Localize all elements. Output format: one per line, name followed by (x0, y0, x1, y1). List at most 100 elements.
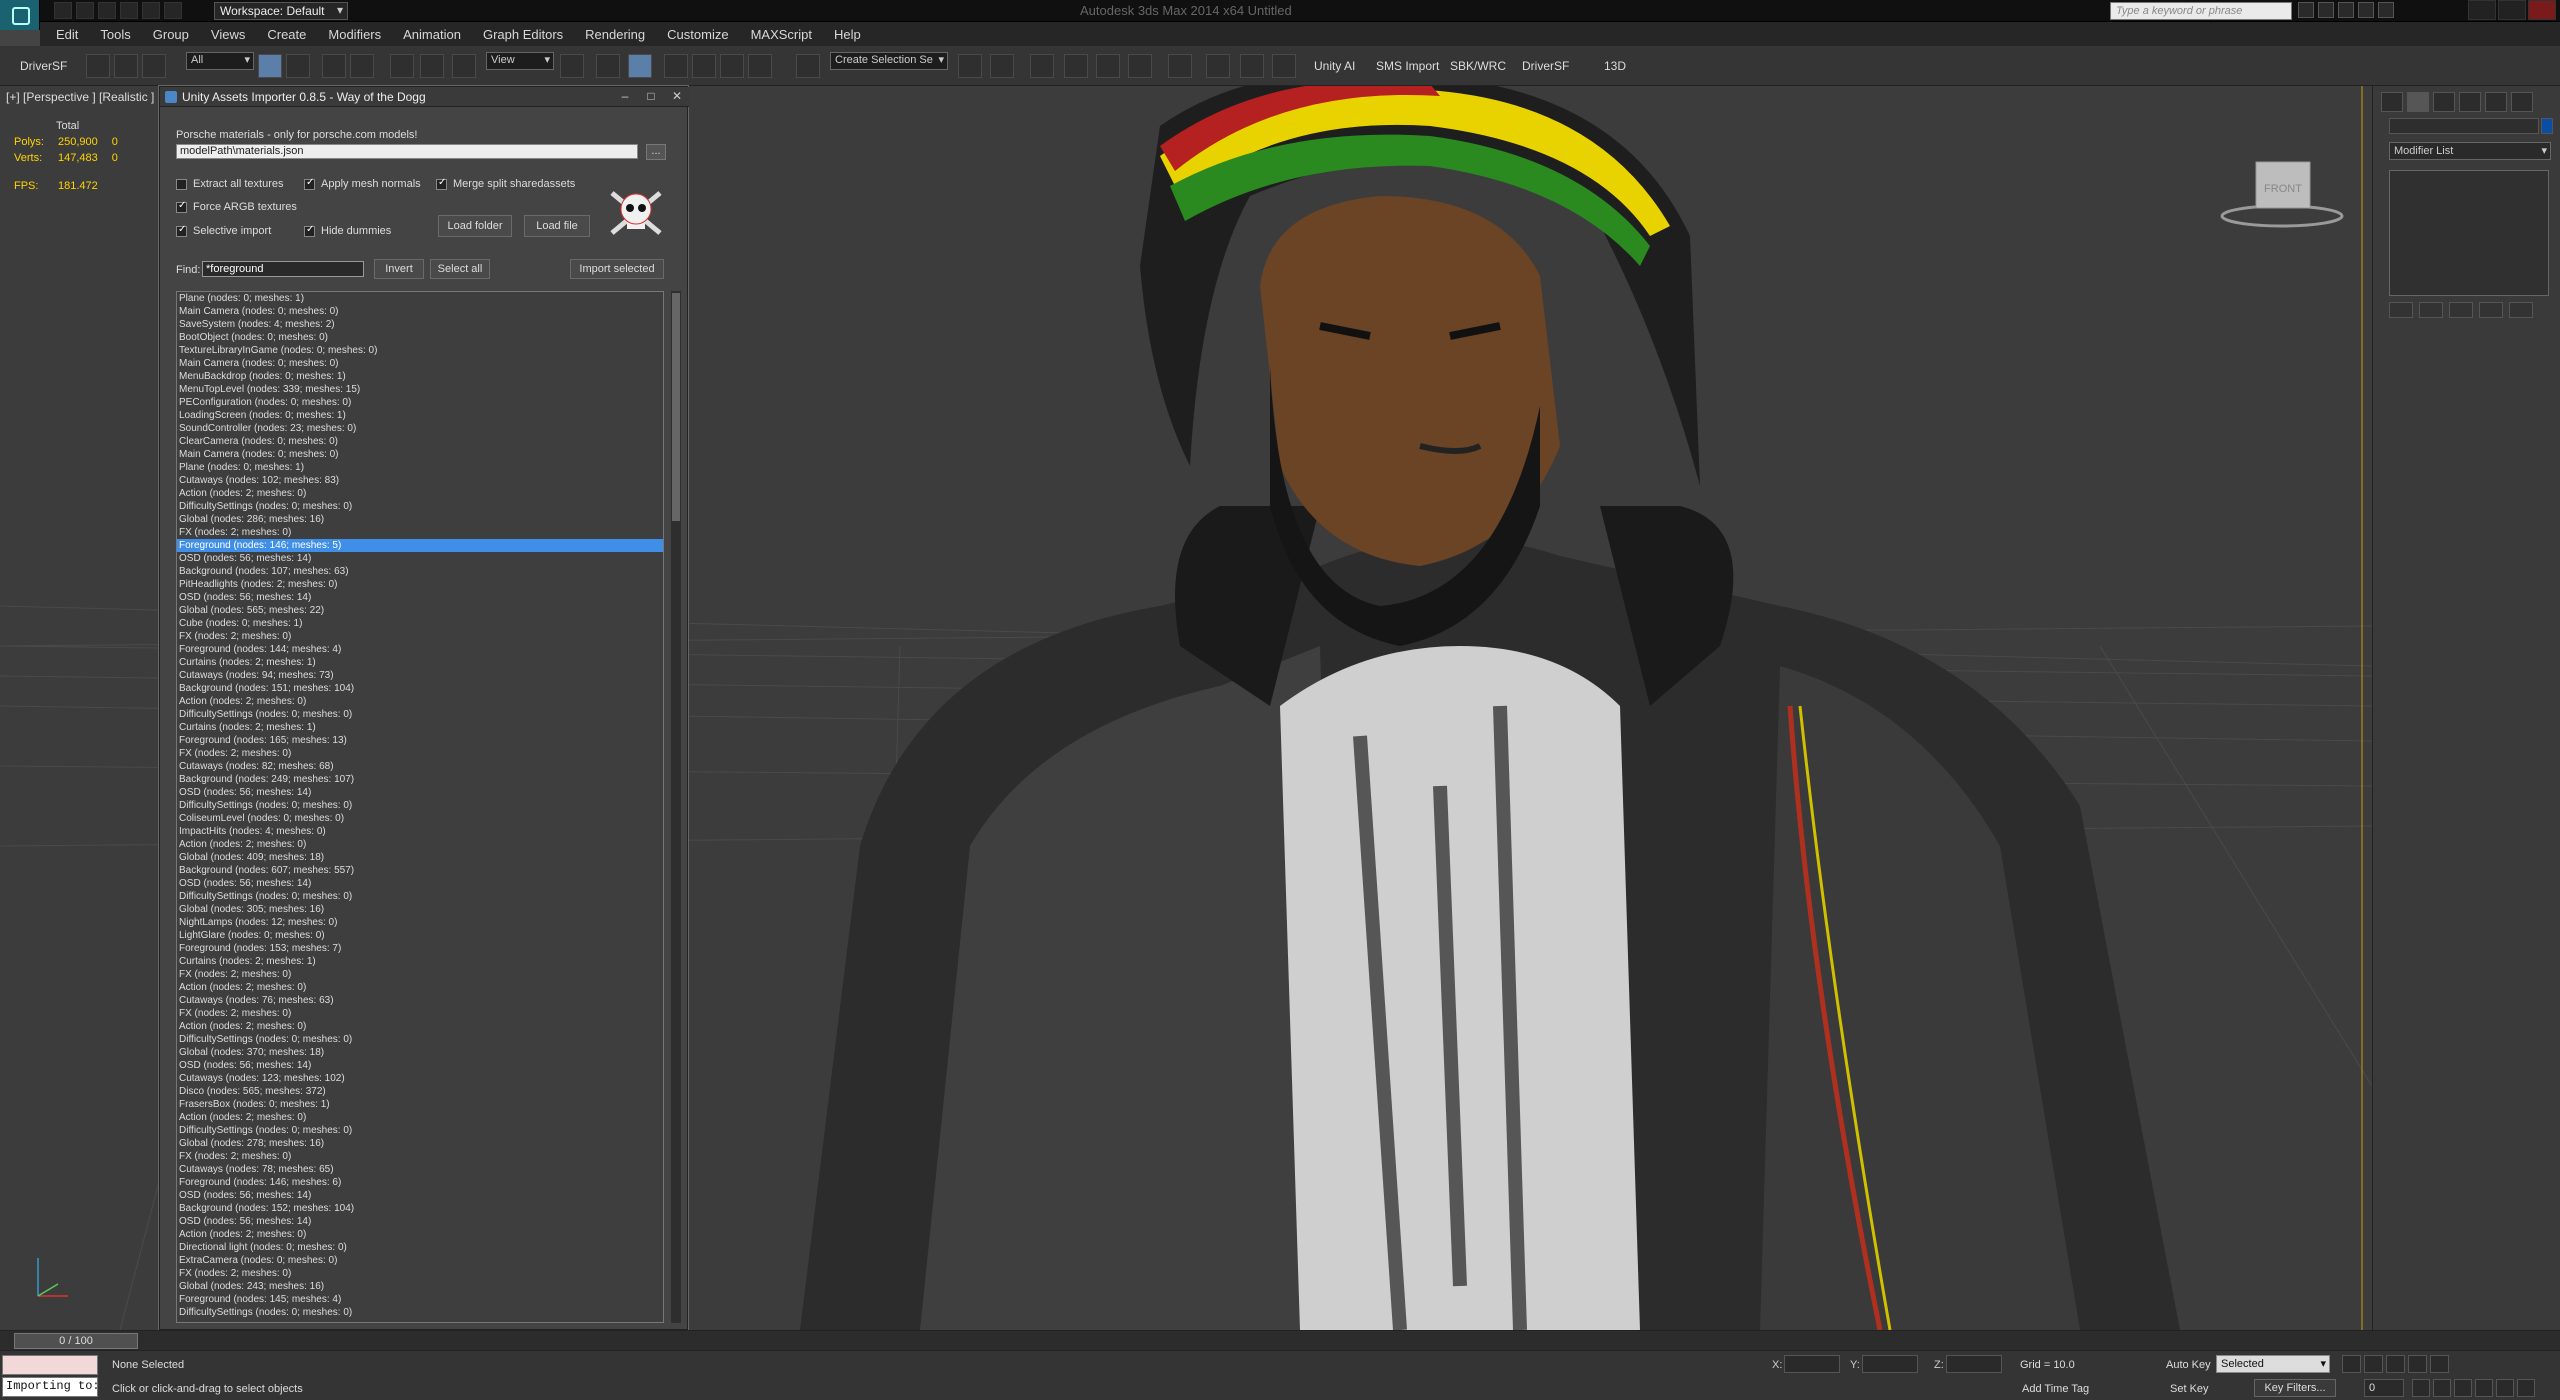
menu-maxscript[interactable]: MAXScript (751, 27, 812, 42)
asset-list-item[interactable]: ClearCamera (nodes: 0; meshes: 0) (177, 435, 663, 448)
menu-tools[interactable]: Tools (100, 27, 130, 42)
asset-list-item[interactable]: Action (nodes: 2; meshes: 0) (177, 1111, 663, 1124)
object-name-field[interactable] (2389, 118, 2539, 134)
asset-list-item[interactable]: ExtraCamera (nodes: 0; meshes: 0) (177, 1254, 663, 1267)
asset-list-item[interactable]: NightLamps (nodes: 12; meshes: 0) (177, 916, 663, 929)
asset-list-item[interactable]: Curtains (nodes: 2; meshes: 1) (177, 656, 663, 669)
asset-list-item[interactable]: Main Camera (nodes: 0; meshes: 0) (177, 305, 663, 318)
key-filters-button[interactable]: Key Filters... (2254, 1379, 2336, 1397)
asset-list-item[interactable]: FX (nodes: 2; meshes: 0) (177, 1007, 663, 1020)
asset-list-item[interactable]: Foreground (nodes: 146; meshes: 6) (177, 1176, 663, 1189)
asset-list-item[interactable]: Global (nodes: 286; meshes: 16) (177, 513, 663, 526)
render-setup-icon[interactable] (1206, 54, 1230, 78)
communication-icon[interactable] (2338, 2, 2354, 18)
workspace-dropdown[interactable]: Workspace: Default (214, 2, 348, 20)
binoculars-icon[interactable] (2298, 2, 2314, 18)
driversf-left-label[interactable]: DriverSF (20, 59, 67, 73)
asset-list-item[interactable]: TextureLibraryInGame (nodes: 0; meshes: … (177, 344, 663, 357)
pin-stack-icon[interactable] (2389, 302, 2413, 318)
load-file-button[interactable]: Load file (524, 215, 590, 237)
mirror-icon[interactable] (958, 54, 982, 78)
asset-list-item[interactable]: Global (nodes: 565; meshes: 22) (177, 604, 663, 617)
asset-list-item[interactable]: DifficultySettings (nodes: 0; meshes: 0) (177, 708, 663, 721)
menu-views[interactable]: Views (211, 27, 245, 42)
rectangular-region-icon[interactable] (322, 54, 346, 78)
asset-list-item[interactable]: OSD (nodes: 56; meshes: 14) (177, 591, 663, 604)
asset-list-item[interactable]: Action (nodes: 2; meshes: 0) (177, 838, 663, 851)
asset-list-item[interactable]: OSD (nodes: 56; meshes: 14) (177, 1215, 663, 1228)
menu-help[interactable]: Help (834, 27, 861, 42)
merge-split-box[interactable] (436, 177, 447, 190)
menu-create[interactable]: Create (267, 27, 306, 42)
favorites-star-icon[interactable] (2358, 2, 2374, 18)
maxscript-listener-mini[interactable] (2, 1355, 98, 1375)
asset-list-item[interactable]: Directional light (nodes: 0; meshes: 0) (177, 1241, 663, 1254)
apply-normals-box[interactable] (304, 177, 315, 190)
menu-edit[interactable]: Edit (56, 27, 78, 42)
asset-list-item[interactable]: Cutaways (nodes: 82; meshes: 68) (177, 760, 663, 773)
time-slider[interactable]: 0 / 100 (0, 1331, 2560, 1351)
asset-list-item[interactable]: FX (nodes: 2; meshes: 0) (177, 630, 663, 643)
redo-icon[interactable] (142, 2, 160, 19)
asset-list-item[interactable]: Global (nodes: 278; meshes: 16) (177, 1137, 663, 1150)
asset-list-item[interactable]: OSD (nodes: 56; meshes: 14) (177, 877, 663, 890)
asset-list-item[interactable]: OSD (nodes: 56; meshes: 14) (177, 552, 663, 565)
menu-rendering[interactable]: Rendering (585, 27, 645, 42)
asset-list-item[interactable]: Cutaways (nodes: 94; meshes: 73) (177, 669, 663, 682)
open-file-icon[interactable] (76, 2, 94, 19)
merge-split-checkbox[interactable]: Merge split sharedassets (436, 177, 575, 190)
material-editor-icon[interactable] (1168, 54, 1192, 78)
asset-list-item[interactable]: Global (nodes: 305; meshes: 16) (177, 903, 663, 916)
modify-tab-icon[interactable] (2407, 92, 2429, 112)
move-icon[interactable] (390, 54, 414, 78)
maxscript-output[interactable]: Importing to: (2, 1377, 98, 1397)
asset-list-item[interactable]: ImpactHits (nodes: 4; meshes: 0) (177, 825, 663, 838)
asset-list-item[interactable]: Background (nodes: 249; meshes: 107) (177, 773, 663, 786)
asset-list-item[interactable]: PitHeadlights (nodes: 2; meshes: 0) (177, 578, 663, 591)
menu-modifiers[interactable]: Modifiers (328, 27, 381, 42)
asset-list-item[interactable]: FX (nodes: 2; meshes: 0) (177, 1150, 663, 1163)
asset-list-item[interactable]: DifficultySettings (nodes: 0; meshes: 0) (177, 799, 663, 812)
asset-list-item[interactable]: PEConfiguration (nodes: 0; meshes: 0) (177, 396, 663, 409)
help-icon[interactable] (2378, 2, 2394, 18)
remove-modifier-icon[interactable] (2479, 302, 2503, 318)
z-coordinate-field[interactable] (1946, 1355, 2002, 1373)
snaps-toggle-icon[interactable] (664, 54, 688, 78)
hide-dummies-box[interactable] (304, 224, 315, 237)
zoom-icon[interactable] (2412, 1379, 2430, 1397)
select-object-icon[interactable] (258, 54, 282, 78)
bind-spacewarp-icon[interactable] (142, 54, 166, 78)
time-slider-knob[interactable]: 0 / 100 (14, 1333, 138, 1349)
asset-list-item[interactable]: Cutaways (nodes: 123; meshes: 102) (177, 1072, 663, 1085)
rotate-icon[interactable] (420, 54, 444, 78)
viewcube[interactable]: FRONT (2218, 150, 2348, 240)
modifier-stack[interactable] (2389, 170, 2549, 296)
hierarchy-tab-icon[interactable] (2433, 92, 2455, 112)
selective-import-checkbox[interactable]: Selective import (176, 224, 271, 237)
render-production-icon[interactable] (1272, 54, 1296, 78)
asset-list-item[interactable]: SaveSystem (nodes: 4; meshes: 2) (177, 318, 663, 331)
menu-graph-editors[interactable]: Graph Editors (483, 27, 563, 42)
select-all-button[interactable]: Select all (430, 259, 490, 279)
asset-list-item[interactable]: Curtains (nodes: 2; meshes: 1) (177, 955, 663, 968)
asset-list-item[interactable]: Action (nodes: 2; meshes: 0) (177, 1020, 663, 1033)
force-argb-checkbox[interactable]: Force ARGB textures (176, 200, 297, 213)
pan-icon[interactable] (2475, 1379, 2493, 1397)
asset-list-item[interactable]: Foreground (nodes: 153; meshes: 7) (177, 942, 663, 955)
asset-list-item[interactable]: Background (nodes: 151; meshes: 104) (177, 682, 663, 695)
asset-list-item[interactable]: BootObject (nodes: 0; meshes: 0) (177, 331, 663, 344)
asset-list-item[interactable]: Foreground (nodes: 144; meshes: 4) (177, 643, 663, 656)
keyboard-shortcut-override-icon[interactable] (628, 54, 652, 78)
force-argb-box[interactable] (176, 200, 187, 213)
asset-list-item[interactable]: DifficultySettings (nodes: 0; meshes: 0) (177, 500, 663, 513)
spinner-snap-icon[interactable] (748, 54, 772, 78)
asset-list-item[interactable]: OSD (nodes: 56; meshes: 14) (177, 1059, 663, 1072)
save-file-icon[interactable] (98, 2, 116, 19)
asset-list-item[interactable]: Action (nodes: 2; meshes: 0) (177, 981, 663, 994)
asset-list-item[interactable]: Background (nodes: 607; meshes: 557) (177, 864, 663, 877)
asset-list-item[interactable]: Foreground (nodes: 145; meshes: 4) (177, 1293, 663, 1306)
dialog-maximize-button[interactable]: □ (643, 89, 659, 103)
scale-icon[interactable] (452, 54, 476, 78)
materials-path-input[interactable]: modelPath\materials.json (176, 144, 638, 159)
asset-list-item[interactable]: LoadingScreen (nodes: 0; meshes: 1) (177, 409, 663, 422)
